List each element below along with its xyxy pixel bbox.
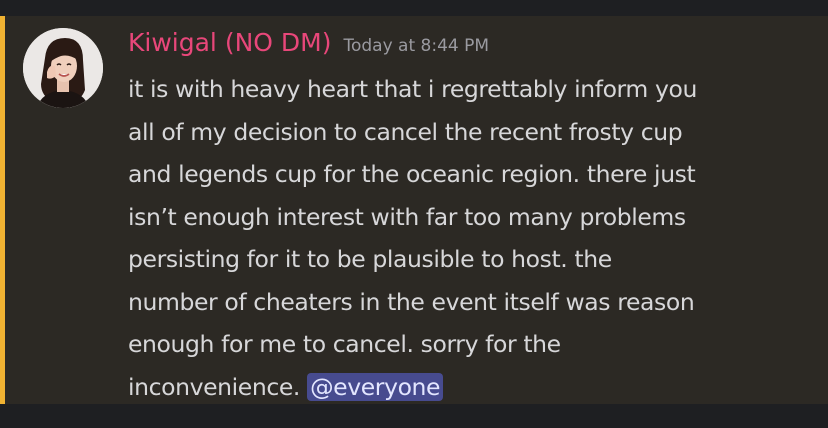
avatar[interactable]	[23, 28, 103, 108]
bottom-strip	[0, 404, 828, 428]
mention-highlight-bar	[0, 16, 5, 404]
message-line: and legends cup for the oceanic region. …	[128, 160, 696, 188]
everyone-mention[interactable]: @everyone	[307, 372, 444, 401]
avatar-image	[23, 28, 103, 108]
top-strip	[0, 0, 828, 16]
chat-message: Kiwigal (NO DM) Today at 8:44 PM it is wi…	[0, 16, 828, 404]
message-line: persisting for it to be plausible to hos…	[128, 245, 612, 273]
message-content: it is with heavy heart that i regrettabl…	[128, 68, 818, 408]
timestamp[interactable]: Today at 8:44 PM	[343, 36, 489, 56]
message-last-line: inconvenience. @everyone	[128, 366, 818, 409]
message-line: isn’t enough interest with far too many …	[128, 202, 686, 231]
message-line: all of my decision to cancel the recent …	[128, 117, 683, 146]
message-header: Kiwigal (NO DM) Today at 8:44 PM	[128, 28, 489, 62]
message-line: it is with heavy heart that i regrettabl…	[128, 75, 697, 103]
message-line: number of cheaters in the event itself w…	[128, 287, 695, 316]
username[interactable]: Kiwigal (NO DM)	[128, 28, 331, 57]
message-line: inconvenience.	[128, 372, 308, 401]
message-line: enough for me to cancel. sorry for the	[128, 330, 561, 358]
